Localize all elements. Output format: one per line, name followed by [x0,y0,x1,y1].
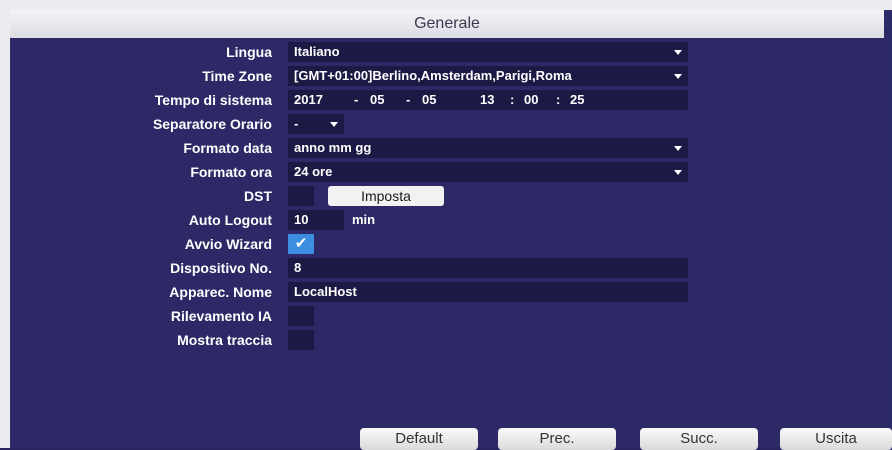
apparec-nome-input[interactable]: LocalHost [288,282,688,302]
chevron-down-icon [674,146,682,151]
settings-panel: Lingua Italiano Time Zone [GMT+01:00]Ber… [10,38,888,448]
chevron-down-icon [330,122,338,127]
dispositivo-input[interactable]: 8 [288,258,688,278]
chevron-down-icon [674,170,682,175]
auto-logout-input[interactable]: 10 [288,210,344,230]
time-zone-label: Time Zone [202,68,272,84]
chevron-down-icon [674,50,682,55]
mostra-traccia-checkbox[interactable] [288,330,314,350]
time-separator: : [510,92,515,107]
formato-ora-label: Formato ora [190,164,272,180]
dst-label: DST [244,188,272,204]
avvio-wizard-label: Avvio Wizard [184,236,272,252]
default-button[interactable]: Default [360,428,478,450]
row-dst: DST Imposta [10,184,890,208]
rilevamento-label: Rilevamento IA [170,308,272,324]
prev-button[interactable]: Prec. [498,428,616,450]
minute-field[interactable]: 00 [524,90,538,110]
formato-ora-value: 24 ore [294,164,333,179]
row-avvio-wizard: Avvio Wizard ✔ [10,232,890,256]
row-dispositivo: Dispositivo No. 8 [10,256,890,280]
row-apparec-nome: Apparec. Nome LocalHost [10,280,890,304]
lingua-label: Lingua [226,44,272,60]
row-auto-logout: Auto Logout 10 min [10,208,890,232]
day-field[interactable]: 05 [422,90,436,110]
row-formato-ora: Formato ora 24 ore [10,160,890,184]
date-separator: - [354,92,359,107]
formato-data-value: anno mm gg [294,140,372,155]
formato-ora-dropdown[interactable]: 24 ore [288,162,688,182]
row-formato-data: Formato data anno mm gg [10,136,890,160]
row-time-zone: Time Zone [GMT+01:00]Berlino,Amsterdam,P… [10,64,890,88]
formato-data-dropdown[interactable]: anno mm gg [288,138,688,158]
separatore-label: Separatore Orario [152,116,272,132]
window-title: Generale [10,10,884,38]
row-lingua: Lingua Italiano [10,40,890,64]
separatore-dropdown[interactable]: - [288,114,344,134]
lingua-dropdown[interactable]: Italiano [288,42,688,62]
month-field[interactable]: 05 [370,90,384,110]
row-separatore: Separatore Orario - [10,112,890,136]
imposta-button[interactable]: Imposta [328,186,444,206]
second-field[interactable]: 25 [570,90,584,110]
formato-data-label: Formato data [183,140,272,156]
auto-logout-unit: min [352,212,376,227]
row-mostra-traccia: Mostra traccia [10,328,890,352]
time-zone-dropdown[interactable]: [GMT+01:00]Berlino,Amsterdam,Parigi,Roma [288,66,688,86]
checkmark-icon: ✔ [294,235,308,252]
time-zone-value: [GMT+01:00]Berlino,Amsterdam,Parigi,Roma [294,68,572,83]
date-separator: - [406,92,411,107]
exit-button[interactable]: Uscita [780,428,892,450]
left-edge [0,0,10,448]
time-separator: : [556,92,561,107]
tempo-label: Tempo di sistema [154,92,272,108]
apparec-nome-label: Apparec. Nome [169,284,272,300]
dst-checkbox[interactable] [288,186,314,206]
settings-window: Generale Lingua Italiano Time Zone [GMT+… [0,0,892,450]
dispositivo-label: Dispositivo No. [170,260,272,276]
auto-logout-label: Auto Logout [188,212,272,228]
chevron-down-icon [674,74,682,79]
system-time-input[interactable]: 2017 - 05 - 05 13 : 00 : 25 [288,90,688,110]
rilevamento-checkbox[interactable] [288,306,314,326]
separatore-value: - [294,116,299,131]
row-rilevamento: Rilevamento IA [10,304,890,328]
lingua-value: Italiano [294,44,340,59]
mostra-traccia-label: Mostra traccia [177,332,272,348]
top-edge [0,0,892,10]
hour-field[interactable]: 13 [480,90,494,110]
row-tempo-sistema: Tempo di sistema 2017 - 05 - 05 13 : 00 … [10,88,890,112]
avvio-wizard-checkbox[interactable]: ✔ [288,234,314,254]
year-field[interactable]: 2017 [294,90,323,110]
next-button[interactable]: Succ. [640,428,758,450]
